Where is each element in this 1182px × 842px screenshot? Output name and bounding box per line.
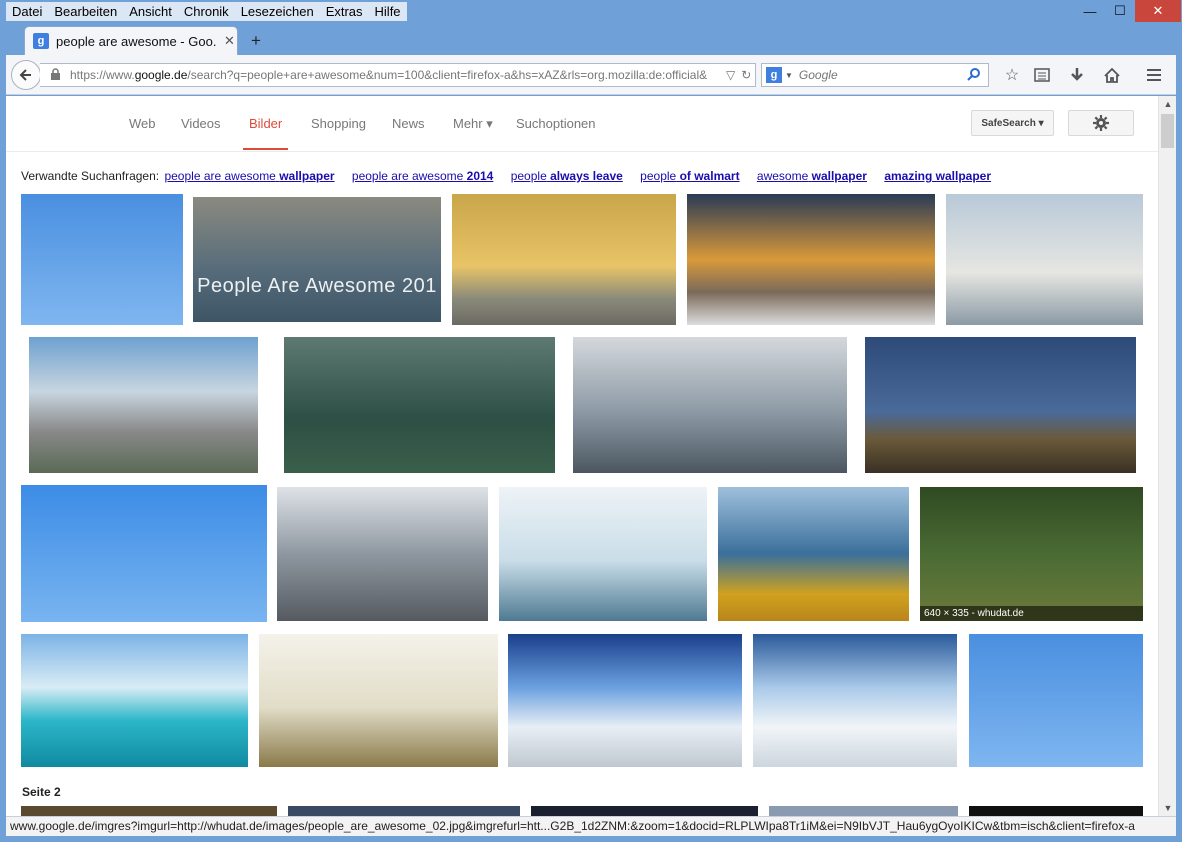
image-flyboard[interactable]: [499, 487, 707, 621]
image-page2-e[interactable]: [969, 806, 1143, 816]
search-placeholder: Google: [798, 68, 838, 82]
menu-hilfe[interactable]: Hilfe: [369, 2, 407, 21]
search-icon[interactable]: [967, 67, 981, 84]
close-window-button[interactable]: ✕: [1135, 0, 1181, 22]
status-bar: www.google.de/imgres?imgurl=http://whuda…: [6, 816, 1176, 836]
hamburger-menu-icon[interactable]: [1144, 65, 1164, 85]
image-bmx-ramp[interactable]: [865, 337, 1136, 473]
tab-shopping[interactable]: Shopping: [311, 116, 366, 131]
gear-icon: [1093, 115, 1109, 131]
safesearch-button[interactable]: SafeSearch ▾: [971, 110, 1054, 136]
scroll-up-icon[interactable]: ▲: [1159, 96, 1177, 112]
search-bar[interactable]: g ▼ Google: [761, 63, 989, 87]
related-link[interactable]: people are awesome 2014: [352, 169, 493, 183]
menu-extras[interactable]: Extras: [320, 2, 369, 21]
image-page2-b[interactable]: [288, 806, 520, 816]
navigation-toolbar: https://www.google.de/search?q=people+ar…: [6, 55, 1176, 95]
tab-suchoptionen[interactable]: Suchoptionen: [516, 116, 596, 131]
image-page2-d[interactable]: [769, 806, 958, 816]
image-highline-yosemite[interactable]: [29, 337, 258, 473]
tab-news[interactable]: News: [392, 116, 425, 131]
tab-videos[interactable]: Videos: [181, 116, 221, 131]
image-snowboard[interactable]: [753, 634, 957, 767]
google-favicon-icon: g: [33, 33, 49, 49]
image-car-two-wheels[interactable]: [277, 487, 488, 621]
search-engine-icon[interactable]: g: [766, 67, 782, 83]
menu-ansicht[interactable]: Ansicht: [123, 2, 178, 21]
scrollbar-thumb[interactable]: [1161, 114, 1174, 148]
lock-icon: [50, 67, 64, 83]
tab-bilder[interactable]: Bilder: [242, 116, 289, 150]
home-icon[interactable]: [1102, 65, 1122, 85]
image-ski-sun[interactable]: [508, 634, 742, 767]
new-tab-button[interactable]: +: [246, 31, 266, 51]
back-button[interactable]: [11, 60, 41, 90]
related-link[interactable]: people always leave: [511, 169, 623, 183]
image-caption: 640 × 335 - whudat.de: [920, 606, 1143, 621]
image-backflip-santorini[interactable]: [687, 194, 935, 325]
related-searches: Verwandte Suchanfragen: people are aweso…: [21, 169, 991, 183]
tab-web[interactable]: Web: [129, 116, 156, 131]
tab-mehr[interactable]: Mehr ▾: [453, 116, 493, 132]
back-arrow-icon: [19, 69, 31, 81]
image-ski-jump-sunset[interactable]: [452, 194, 676, 325]
tab-strip: g people are awesome - Goo... ✕ +: [6, 23, 1176, 55]
image-base-jump-cliff[interactable]: [573, 337, 847, 473]
settings-button[interactable]: [1068, 110, 1134, 136]
engine-dropdown-icon[interactable]: ▼: [785, 71, 793, 80]
menu-bar: Datei Bearbeiten Ansicht Chronik Lesezei…: [6, 2, 407, 21]
reload-icon[interactable]: ↻: [741, 68, 751, 82]
image-bridge-climb[interactable]: [718, 487, 909, 621]
title-bar: Datei Bearbeiten Ansicht Chronik Lesezei…: [0, 0, 1182, 23]
page-content: Web Videos Bilder Shopping News Mehr ▾ S…: [6, 96, 1158, 816]
google-search-nav: Web Videos Bilder Shopping News Mehr ▾ S…: [6, 96, 1158, 152]
related-label: Verwandte Suchanfragen:: [21, 169, 160, 183]
related-link[interactable]: amazing wallpaper: [884, 169, 991, 183]
menu-lesezeichen[interactable]: Lesezeichen: [235, 2, 320, 21]
image-sea-dive[interactable]: [21, 634, 248, 767]
menu-bearbeiten[interactable]: Bearbeiten: [48, 2, 123, 21]
downloads-icon[interactable]: [1067, 65, 1087, 85]
tab-title: people are awesome - Goo...: [56, 33, 216, 49]
related-link[interactable]: people are awesome wallpaper: [164, 169, 334, 183]
image-wingsuit-flight[interactable]: [284, 337, 555, 473]
maximize-button[interactable]: ☐: [1105, 0, 1135, 22]
image-jump-clouds[interactable]: [946, 194, 1143, 325]
image-page2-a[interactable]: [21, 806, 277, 816]
image-dirtbike-forest[interactable]: 640 × 335 - whudat.de: [920, 487, 1143, 621]
minimize-button[interactable]: —: [1075, 0, 1105, 22]
image-cliff-jump[interactable]: People Are Awesome 201: [193, 197, 441, 322]
browser-tab-active[interactable]: g people are awesome - Goo... ✕: [24, 26, 238, 55]
menu-datei[interactable]: Datei: [6, 2, 48, 21]
vertical-scrollbar[interactable]: ▲ ▼: [1158, 96, 1176, 816]
page-2-label: Seite 2: [22, 785, 61, 799]
image-snowmobile-stunt-3[interactable]: [969, 634, 1143, 767]
address-bar[interactable]: https://www.google.de/search?q=people+ar…: [40, 63, 756, 87]
bookmarks-list-icon[interactable]: [1032, 65, 1052, 85]
related-link[interactable]: people of walmart: [640, 169, 739, 183]
related-link[interactable]: awesome wallpaper: [757, 169, 867, 183]
scroll-down-icon[interactable]: ▼: [1159, 800, 1177, 816]
image-snowmobile-stunt-2[interactable]: [21, 485, 267, 622]
tab-close-icon[interactable]: ✕: [224, 33, 235, 49]
url-text: https://www.google.de/search?q=people+ar…: [70, 68, 708, 82]
browser-window: Datei Bearbeiten Ansicht Chronik Lesezei…: [0, 0, 1182, 842]
status-url: www.google.de/imgres?imgurl=http://whuda…: [10, 819, 1135, 833]
image-overlay-text: People Are Awesome 201: [197, 275, 437, 297]
image-snowmobile-stunt[interactable]: [21, 194, 183, 325]
image-bmx-field[interactable]: [259, 634, 498, 767]
menu-chronik[interactable]: Chronik: [178, 2, 235, 21]
image-page2-c[interactable]: [531, 806, 758, 816]
bookmark-star-icon[interactable]: ☆: [1002, 65, 1022, 85]
dropdown-arrow-icon[interactable]: ▽: [726, 68, 735, 82]
